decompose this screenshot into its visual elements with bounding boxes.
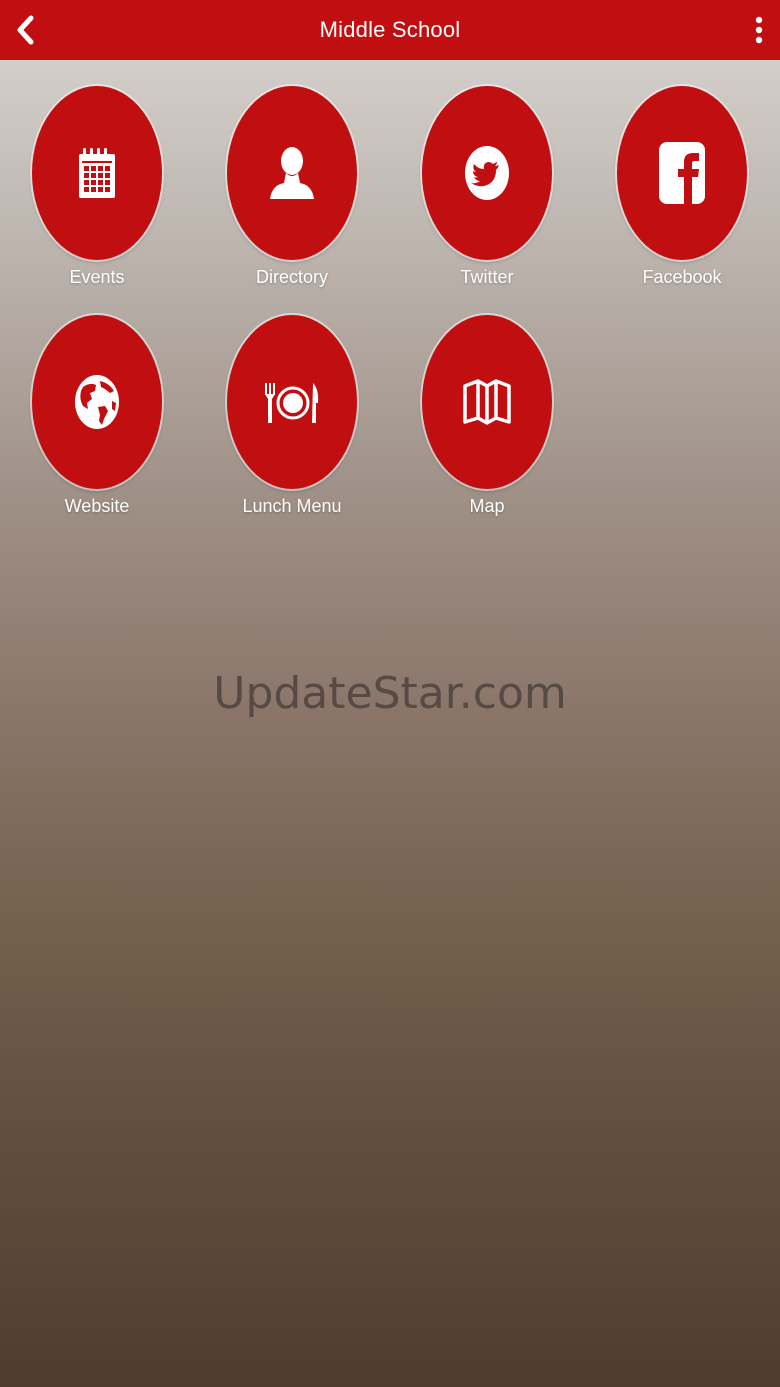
tile-label-events: Events: [69, 267, 125, 287]
watermark-text: UpdateStar.com: [213, 668, 567, 719]
tile-label-twitter: Twitter: [460, 267, 514, 287]
tile-twitter[interactable]: Twitter: [407, 86, 567, 296]
directory-circle[interactable]: [227, 86, 357, 260]
more-vertical-icon: [755, 16, 763, 44]
tile-events[interactable]: Events: [17, 86, 177, 296]
twitter-circle[interactable]: [422, 86, 552, 260]
lunch-menu-circle[interactable]: [227, 315, 357, 489]
website-circle[interactable]: [32, 315, 162, 489]
person-icon: [270, 147, 314, 199]
page-title: Middle School: [319, 17, 461, 42]
top-bar: Middle School: [0, 0, 780, 60]
map-icon: [463, 379, 511, 425]
tile-lunch-menu[interactable]: Lunch Menu: [212, 315, 372, 525]
tile-label-facebook: Facebook: [642, 267, 722, 287]
tile-label-website: Website: [64, 496, 130, 516]
calendar-icon: [79, 148, 115, 198]
map-circle[interactable]: [422, 315, 552, 489]
globe-icon: [75, 375, 119, 429]
events-circle[interactable]: [32, 86, 162, 260]
tile-facebook[interactable]: Facebook: [602, 86, 762, 296]
tile-map[interactable]: Map: [407, 315, 567, 525]
tile-label-lunch-menu: Lunch Menu: [242, 496, 342, 516]
facebook-icon: [659, 142, 705, 204]
twitter-icon: [465, 146, 509, 200]
tile-directory[interactable]: Directory: [212, 86, 372, 296]
facebook-circle[interactable]: [617, 86, 747, 260]
tile-label-map: Map: [469, 496, 505, 516]
more-options-button[interactable]: [744, 10, 774, 50]
tile-label-directory: Directory: [255, 267, 328, 287]
dining-icon: [265, 383, 319, 423]
tile-website[interactable]: Website: [17, 315, 177, 525]
